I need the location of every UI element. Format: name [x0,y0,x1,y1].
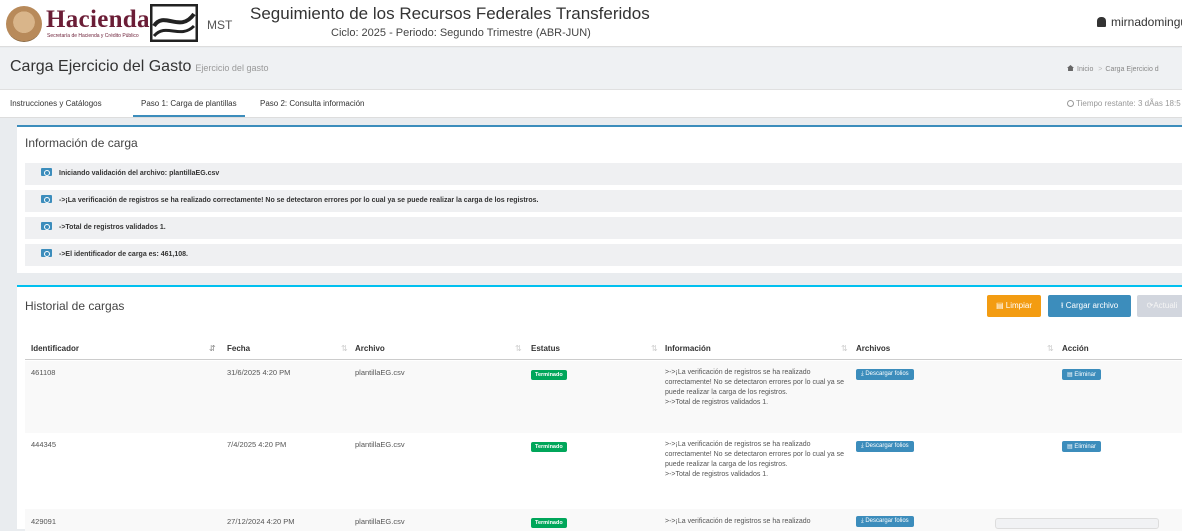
log-text: ->Total de registros validados 1. [59,224,166,231]
table-header: Identificador ⇵ Fecha ⇅ Archivo ⇅ Estatu… [25,338,1182,360]
tab-bar: Instrucciones y Catálogos Paso 1: Carga … [0,90,1182,118]
load-info-panel: Información de carga Iniciando validació… [17,125,1182,273]
history-title: Historial de cargas [25,299,125,313]
delete-button[interactable]: ▤ Eliminar [1062,369,1102,380]
tab-instructions[interactable]: Instrucciones y Catálogos [10,90,102,117]
page-subtitle: Ejercicio del gasto [195,63,269,73]
log-text: ->El identificador de carga es: 461,108. [59,251,188,258]
user-icon [1097,17,1106,27]
row-date: 27/12/2024 4:20 PM [227,517,295,526]
row-info-text: >->¡La verificación de registros se ha r… [665,441,844,468]
history-panel: Historial de cargas ▤ Limpiar ⭱ Cargar a… [17,285,1182,531]
delete-label: Eliminar [1074,372,1097,378]
clock-icon [1067,100,1074,107]
refresh-button[interactable]: ⟳Actuali [1137,295,1182,317]
tab-query-info[interactable]: Paso 2: Consulta información [260,90,365,117]
log-message: ->El identificador de carga es: 461,108. [25,244,1182,266]
home-icon [1067,65,1074,71]
row-info-text: >->¡La verificación de registros se ha r… [665,369,844,396]
log-message: Iniciando validación del archivo: planti… [25,163,1182,185]
column-header[interactable]: Estatus [531,344,560,353]
page-header: Carga Ejercicio del Gasto Ejercicio del g… [0,48,1182,90]
log-text: ->¡La verificación de registros se ha re… [59,197,539,204]
sort-icon[interactable]: ⇵ [209,344,216,353]
row-info: >->¡La verificación de registros se ha r… [665,440,847,480]
row-info: >->¡La verificación de registros se ha r… [665,518,811,525]
floating-toolbar [995,518,1159,529]
row-info-total: >->Total de registros validados 1. [665,471,769,478]
column-header[interactable]: Acción [1062,344,1089,353]
row-file: plantillaEG.csv [355,517,405,526]
sort-icon[interactable]: ⇅ [341,344,348,353]
info-icon [41,249,52,257]
column-header[interactable]: Información [665,344,711,353]
user-name: mirnadomingu [1111,15,1182,29]
trash-icon: ▤ [995,301,1006,310]
tab-load-templates[interactable]: Paso 1: Carga de plantillas [133,90,245,117]
delete-label: Eliminar [1074,444,1097,450]
breadcrumb-current: Carga Ejercicio d [1105,66,1159,73]
download-folios-button[interactable]: ⤓ Descargar folios [856,441,914,452]
brand-subtitle: Secretaría de Hacienda y Crédito Público [47,33,139,39]
clear-button-label: Limpiar [1005,301,1032,310]
row-id: 429091 [31,517,57,526]
info-icon [41,168,52,176]
download-folios-button[interactable]: ⤓ Descargar folios [856,369,914,380]
info-icon [41,195,52,203]
breadcrumb: Inicio > Carga Ejercicio d [1067,65,1159,73]
app-title: Seguimiento de los Recursos Federales Tr… [250,4,650,23]
user-menu[interactable]: mirnadomingu [1097,15,1182,29]
system-label: MST [207,18,233,32]
info-icon [41,222,52,230]
mst-logo-icon [150,4,198,42]
row-info: >->¡La verificación de registros se ha r… [665,368,847,408]
row-id: 444345 [31,440,57,449]
status-badge: Terminado [531,518,567,528]
status-badge: Terminado [531,370,567,380]
load-info-title: Información de carga [25,136,138,150]
coat-of-arms-logo [6,6,42,42]
row-id: 461108 [31,368,56,377]
column-header[interactable]: Fecha [227,344,250,353]
delete-button[interactable]: ▤ Eliminar [1062,441,1102,452]
time-remaining: Tiempo restante: 3 dÃas 18:5 [1067,99,1181,108]
page-title-text: Carga Ejercicio del Gasto [10,58,192,75]
column-header[interactable]: Archivos [856,344,890,353]
row-date: 31/6/2025 4:20 PM [227,368,291,377]
status-badge: Terminado [531,442,567,452]
log-text: Iniciando validación del archivo: planti… [59,170,220,177]
time-remaining-text: Tiempo restante: 3 dÃas 18:5 [1076,99,1181,108]
row-info-total: >->Total de registros validados 1. [665,399,769,406]
brand-name: Hacienda [46,6,150,33]
download-label: Descargar folios [865,371,909,377]
row-date: 7/4/2025 4:20 PM [227,440,287,449]
upload-button-label: Cargar archivo [1065,301,1119,310]
clear-button[interactable]: ▤ Limpiar [987,295,1041,317]
sort-icon[interactable]: ⇅ [841,344,848,353]
top-header: Hacienda Secretaría de Hacienda y Crédit… [0,0,1182,47]
breadcrumb-separator: > [1098,66,1103,73]
table-row: 444345 7/4/2025 4:20 PM plantillaEG.csv … [25,433,1182,509]
column-header[interactable]: Identificador [31,344,79,353]
sort-icon[interactable]: ⇅ [1047,344,1054,353]
page-title: Carga Ejercicio del Gasto Ejercicio del g… [10,58,268,76]
row-file: plantillaEG.csv [355,440,405,449]
download-label: Descargar folios [865,443,909,449]
breadcrumb-home[interactable]: Inicio [1077,66,1093,73]
column-header[interactable]: Archivo [355,344,385,353]
table-row: 461108 31/6/2025 4:20 PM plantillaEG.csv… [25,361,1182,433]
row-file: plantillaEG.csv [355,368,405,377]
cycle-period: Ciclo: 2025 - Periodo: Segundo Trimestre… [331,27,591,39]
refresh-button-label: Actuali [1153,301,1178,310]
upload-file-button[interactable]: ⭱ Cargar archivo [1048,295,1131,317]
sort-icon[interactable]: ⇅ [515,344,522,353]
sort-icon[interactable]: ⇅ [651,344,658,353]
download-label: Descargar folios [865,518,909,524]
log-message: ->¡La verificación de registros se ha re… [25,190,1182,212]
download-folios-button[interactable]: ⤓ Descargar folios [856,516,914,527]
log-message: ->Total de registros validados 1. [25,217,1182,239]
